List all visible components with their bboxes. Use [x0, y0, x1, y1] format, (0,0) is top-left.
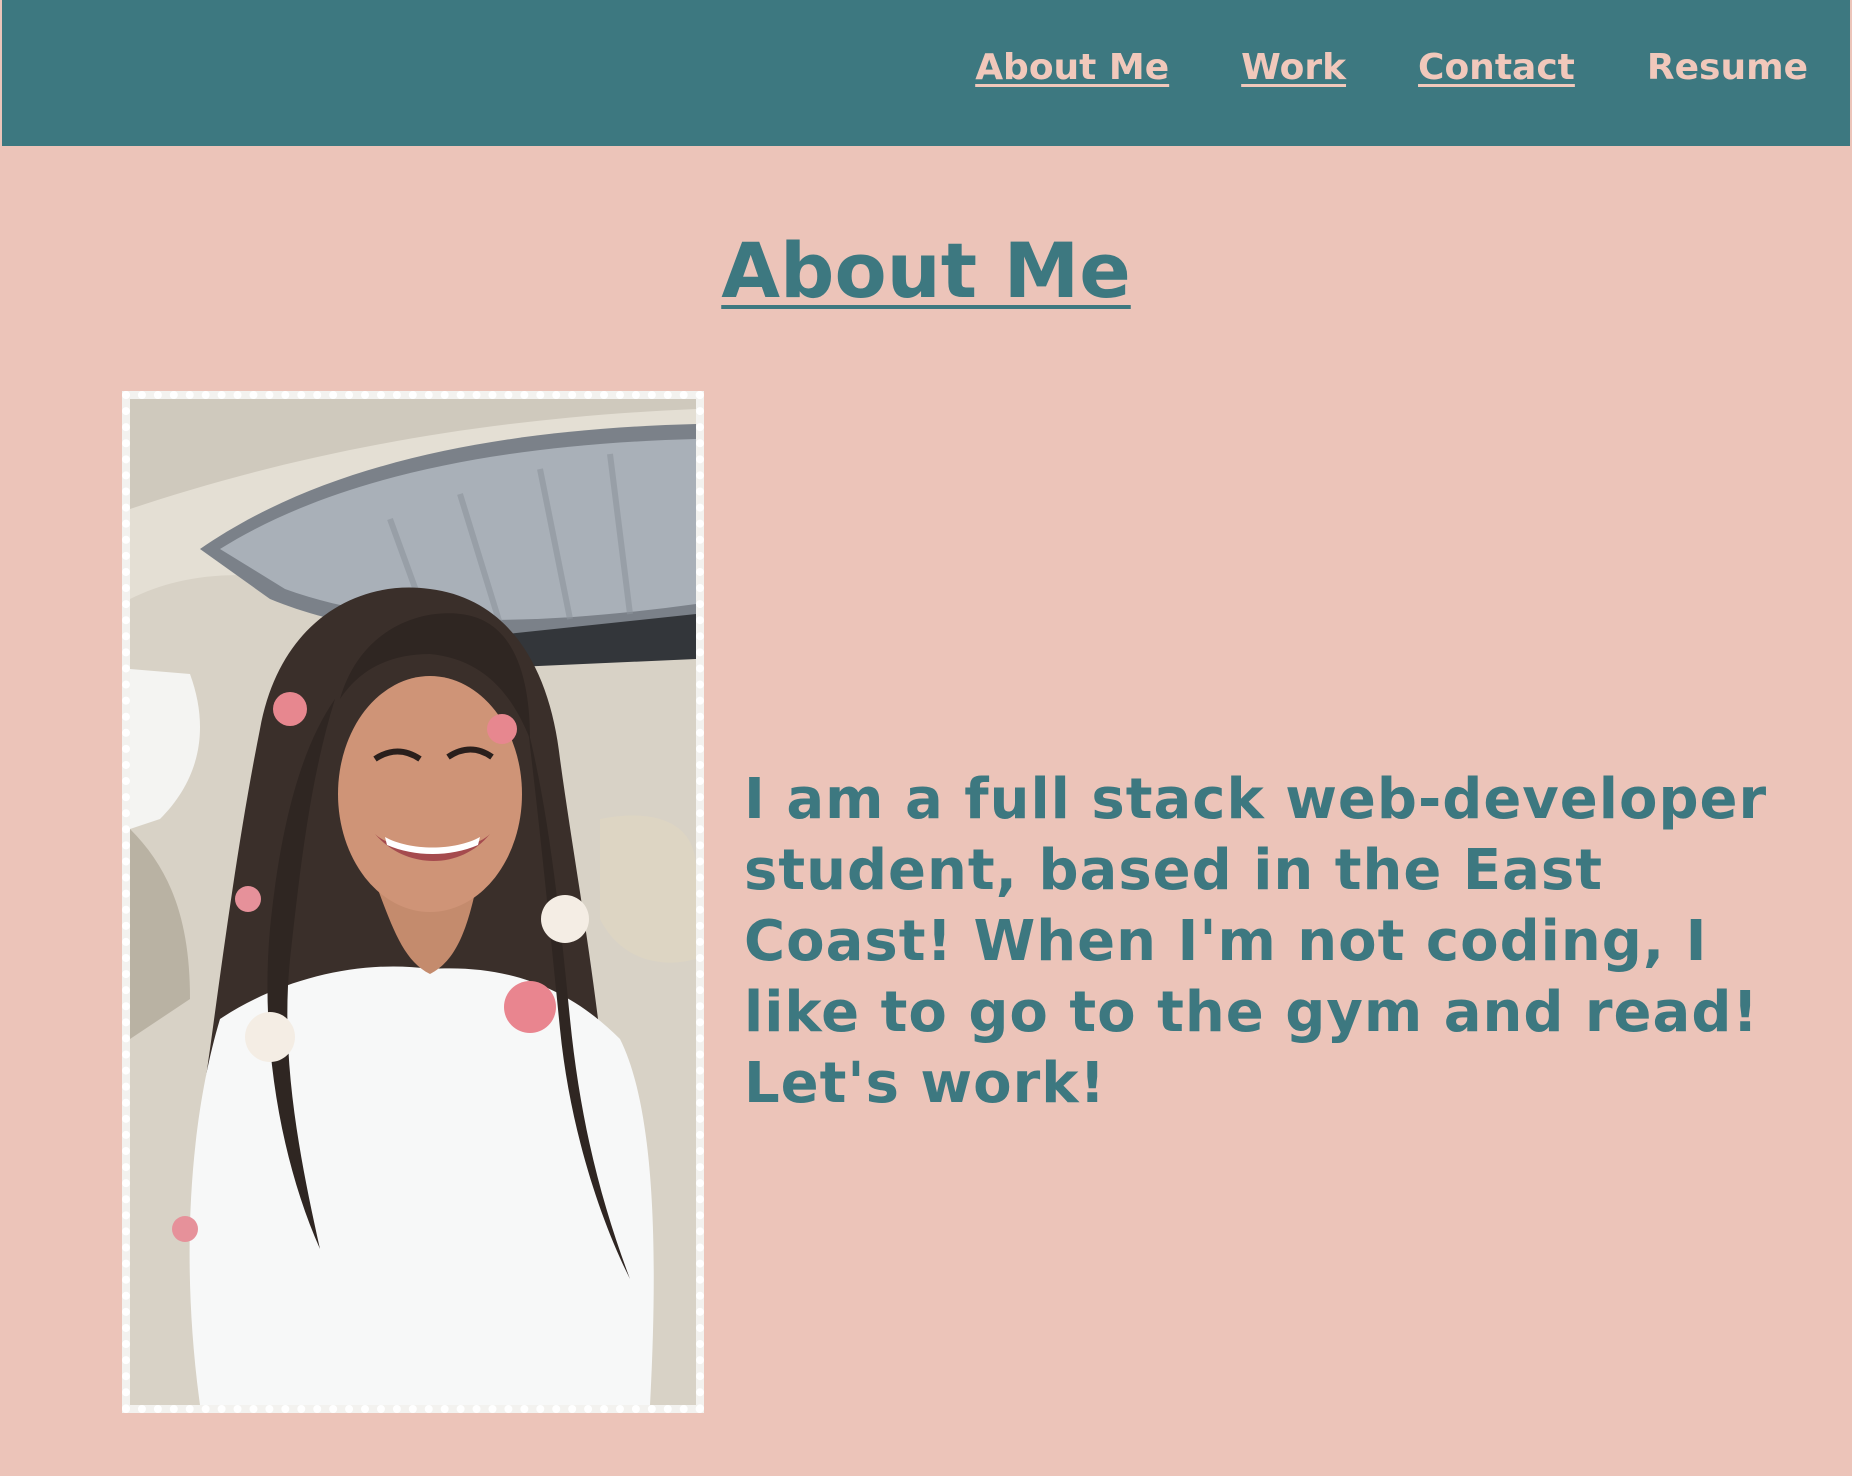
- nav-link-resume[interactable]: Resume: [1647, 44, 1808, 92]
- nav-link-work[interactable]: Work: [1241, 44, 1346, 92]
- nav-link-about-me[interactable]: About Me: [975, 44, 1169, 92]
- profile-photo: [122, 391, 704, 1413]
- profile-photo-illustration: [130, 399, 696, 1405]
- nav-links: About Me Work Contact Resume: [975, 44, 1808, 92]
- top-navbar: About Me Work Contact Resume: [2, 0, 1850, 146]
- bio-text: I am a full stack web-developer student,…: [744, 767, 1768, 1116]
- page-title: About Me: [721, 226, 1131, 315]
- nav-link-contact[interactable]: Contact: [1418, 44, 1575, 92]
